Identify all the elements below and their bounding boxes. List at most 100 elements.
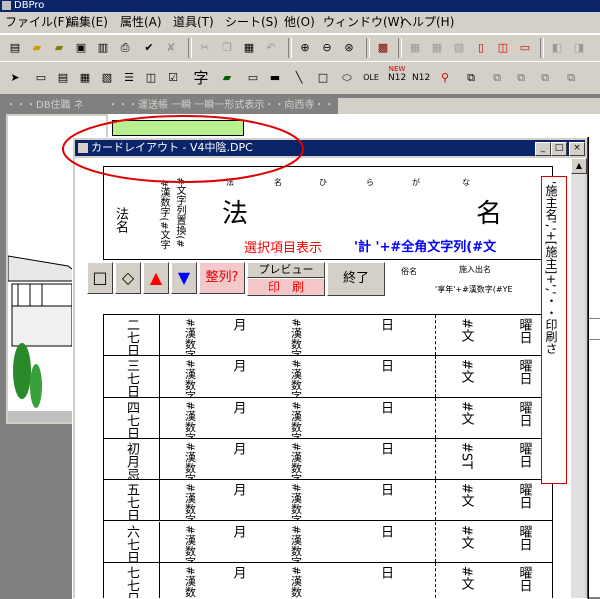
cut-icon[interactable]: ✂ xyxy=(196,39,214,57)
table-cell-cell4: #漢数字(# xyxy=(256,315,336,355)
open-folder2-icon[interactable]: ▰ xyxy=(50,39,68,57)
nav-right-icon[interactable]: ◨ xyxy=(570,39,588,57)
scroll-up-icon[interactable]: ▲ xyxy=(571,158,587,174)
align2-icon[interactable]: ⧉ xyxy=(512,69,530,87)
finish-button[interactable]: 終了 xyxy=(327,262,385,296)
ellipse-icon[interactable]: ⬭ xyxy=(338,69,356,87)
move-up-button[interactable]: ▲ xyxy=(143,262,169,294)
table-icon[interactable]: ▦ xyxy=(76,69,94,87)
text-tool-icon[interactable]: 字 xyxy=(192,69,210,87)
table-cell-cell6: #文 xyxy=(436,522,496,562)
formula-text: '計 '+#全角文字列(#文 xyxy=(354,240,497,255)
table-cell-text: 月 xyxy=(230,524,246,538)
image-icon[interactable]: ▧ xyxy=(98,69,116,87)
check2-icon[interactable]: ✘ xyxy=(162,39,180,57)
diamond-button[interactable]: ◇ xyxy=(115,262,141,294)
group-icon[interactable]: ⧉ xyxy=(462,69,480,87)
check-icon[interactable]: ✔ xyxy=(140,39,158,57)
new-number-icon[interactable]: NEW N12 xyxy=(388,65,406,89)
table-cell-cell5: 日 xyxy=(336,438,436,480)
picture-icon[interactable]: ▰ xyxy=(218,69,236,87)
list-icon[interactable]: ☰ xyxy=(120,69,138,87)
menu-other[interactable]: 他(O) xyxy=(284,15,315,29)
open-folder-icon[interactable]: ▰ xyxy=(28,39,46,57)
line-icon[interactable]: ╲ xyxy=(290,69,308,87)
card-layout-window[interactable]: カードレイアウト - V4中陰.DPC _ □ × 法名 #文字列置換(# #漢… xyxy=(72,137,588,599)
copy-icon[interactable]: ❐ xyxy=(218,39,236,57)
frame3-icon[interactable]: ▭ xyxy=(516,39,534,57)
table-cell-text: #文 xyxy=(458,483,474,508)
save-icon[interactable]: ▣ xyxy=(72,39,90,57)
ole-icon[interactable]: OLE xyxy=(360,69,382,87)
frame2-icon[interactable]: ◫ xyxy=(494,39,512,57)
selection-display-label: 選択項目表示 xyxy=(244,241,323,256)
rect-outline-icon[interactable]: ▭ xyxy=(244,69,262,87)
menu-help[interactable]: ヘルプ(H) xyxy=(400,15,454,29)
table-cell-day: 初月忌 xyxy=(104,438,160,480)
form-side-box xyxy=(588,318,600,340)
tile2-icon[interactable]: ▦ xyxy=(428,39,446,57)
align-icon[interactable]: ⧉ xyxy=(488,69,506,87)
table-cell-cell2: #漢数字(#日 xyxy=(160,439,220,479)
table-cell-cell3: 月 xyxy=(220,563,256,598)
table-cell-text: #漢数字(# xyxy=(289,565,303,598)
table-cell-cell7: 曜日 xyxy=(496,563,552,598)
print-button[interactable]: 印 刷 xyxy=(247,278,325,296)
align-button[interactable]: 整列? xyxy=(199,262,245,294)
rect-fill-icon[interactable]: ▬ xyxy=(266,69,284,87)
align3-icon[interactable]: ⧉ xyxy=(536,69,554,87)
text-field-icon[interactable]: ▭ xyxy=(32,69,50,87)
minimize-button[interactable]: _ xyxy=(535,142,551,156)
table-cell-text: #文 xyxy=(458,400,474,425)
menu-attribute[interactable]: 属性(A) xyxy=(120,15,162,29)
menu-sheet[interactable]: シート(S) xyxy=(225,15,278,29)
hint-kanji-number: #漢数字(#文字 xyxy=(158,179,169,250)
print-icon[interactable]: ▥ xyxy=(94,39,112,57)
table-cell-text: 曜日 xyxy=(516,441,532,468)
tile-icon[interactable]: ▦ xyxy=(406,39,424,57)
label-houmyou: 法名 xyxy=(113,207,128,233)
undo-icon[interactable]: ↶ xyxy=(262,39,280,57)
zoom-icon[interactable]: ⊛ xyxy=(340,39,358,57)
close-button[interactable]: × xyxy=(569,142,585,156)
move-down-button[interactable]: ▼ xyxy=(171,262,197,294)
table-cell-cell5: 日 xyxy=(336,521,436,562)
frame-icon[interactable]: ▯ xyxy=(472,39,490,57)
table-cell-cell6: #文 xyxy=(436,356,496,396)
align4-icon[interactable]: ⧉ xyxy=(562,69,580,87)
data-icon[interactable]: ◫ xyxy=(142,69,160,87)
table-cell-text: 七七日 xyxy=(124,565,139,598)
square-button[interactable]: □ xyxy=(87,262,113,294)
table-cell-text: 日 xyxy=(378,400,393,414)
number-icon[interactable]: N12 xyxy=(412,69,430,87)
new-file-icon[interactable]: ▤ xyxy=(6,39,24,57)
book-icon[interactable]: ▩ xyxy=(374,39,392,57)
table-cell-cell3: 月 xyxy=(220,315,256,355)
preview-button[interactable]: プレビュー xyxy=(247,262,325,278)
field-icon[interactable]: ▤ xyxy=(54,69,72,87)
menu-file[interactable]: ファイル(F) xyxy=(5,15,69,29)
sub-label-sejuu: 施入出名 xyxy=(459,265,491,274)
zoom-out-icon[interactable]: ⊖ xyxy=(318,39,336,57)
nav-left-icon[interactable]: ◧ xyxy=(548,39,566,57)
tile3-icon[interactable]: ▧ xyxy=(450,39,468,57)
menu-edit[interactable]: 編集(E) xyxy=(67,15,108,29)
table-cell-text: #漢数字(# xyxy=(289,318,303,356)
table-cell-text: #文 xyxy=(458,565,474,590)
menu-tools[interactable]: 道具(T) xyxy=(173,15,214,29)
table-cell-cell3: 月 xyxy=(220,398,256,438)
maximize-button[interactable]: □ xyxy=(551,142,567,156)
app-title: DBPro xyxy=(14,0,45,11)
table-cell-cell4: #漢数字(# xyxy=(256,356,336,396)
paste-icon[interactable]: ▦ xyxy=(240,39,258,57)
menu-window[interactable]: ウィンドウ(W) xyxy=(323,15,404,29)
zoom-in-icon[interactable]: ⊕ xyxy=(296,39,314,57)
table-cell-cell6: #文 xyxy=(436,563,496,598)
card-scrollbar[interactable]: ▲ xyxy=(571,158,587,598)
print-preview-icon[interactable]: ⎙ xyxy=(116,39,134,57)
rectangle-icon[interactable]: □ xyxy=(314,69,332,87)
table-cell-cell4: #漢数字(#I xyxy=(256,439,336,479)
select-arrow-icon[interactable]: ➤ xyxy=(6,69,24,87)
check-box-icon[interactable]: ☑ xyxy=(164,69,182,87)
pin-icon[interactable]: ⚲ xyxy=(436,69,454,87)
